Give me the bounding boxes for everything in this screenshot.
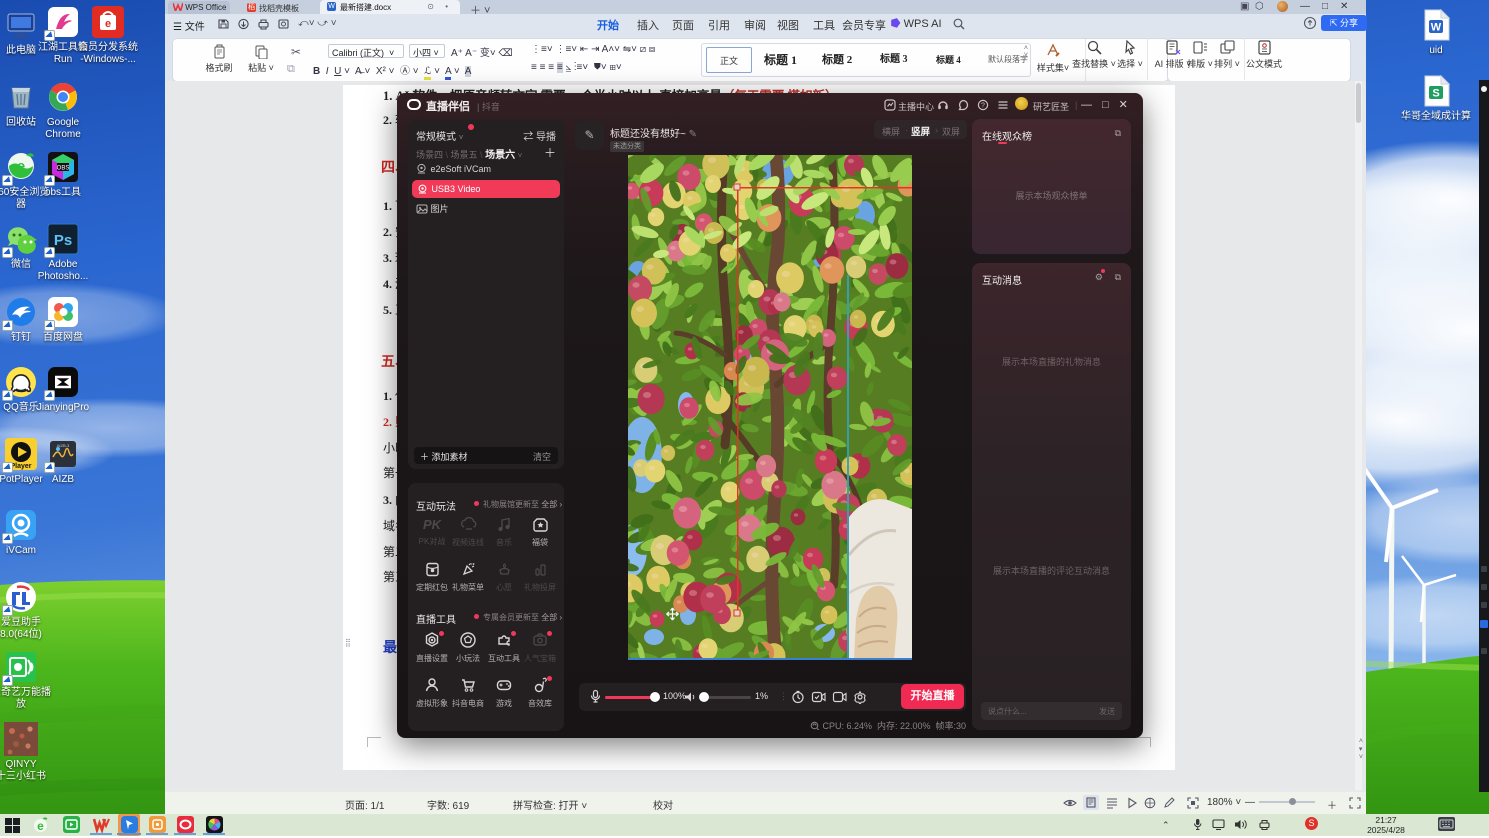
svg-text:AIZB-3: AIZB-3 xyxy=(57,443,70,448)
svg-text:OBS: OBS xyxy=(57,166,70,172)
svg-text:e: e xyxy=(105,18,111,30)
svg-text:Ps: Ps xyxy=(54,232,72,249)
svg-text:e: e xyxy=(37,819,44,833)
svg-text:S: S xyxy=(1432,88,1439,100)
svg-text:W: W xyxy=(1431,22,1442,34)
svg-text:?: ? xyxy=(981,103,985,110)
svg-text:e: e xyxy=(17,158,25,175)
